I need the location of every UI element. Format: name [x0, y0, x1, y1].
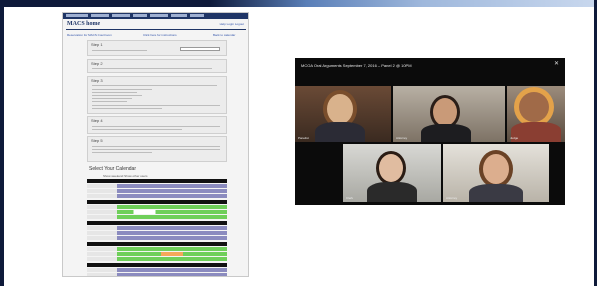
website-brand[interactable]: MACS home: [67, 21, 100, 27]
video-conference-window: MCOA Oral Arguments September 7, 2016 – …: [295, 58, 565, 205]
calendar-options[interactable]: Show weekend Show other users: [103, 174, 148, 178]
step-5-panel: Step 5: [87, 136, 227, 162]
close-icon[interactable]: ✕: [554, 60, 559, 67]
website-nav-bar: [63, 13, 248, 19]
step-3-panel: Step 3: [87, 76, 227, 114]
slide-top-gradient: [210, 0, 597, 7]
step-2-panel: Step 2: [87, 59, 227, 73]
participant-name: Attorney: [396, 136, 408, 140]
calendar-grid: [87, 179, 227, 276]
participant-tile: Attorney: [393, 86, 505, 142]
step-title: Step 3: [91, 78, 103, 83]
step-1-panel: Step 1: [87, 40, 227, 56]
participant-name: Clerk: [346, 196, 354, 200]
step-title: Step 4: [91, 118, 103, 123]
participant-tile: Clerk: [343, 144, 441, 202]
participant-name: Panelist: [298, 136, 309, 140]
participant-tile: Panelist: [295, 86, 391, 142]
step-title: Step 1: [91, 42, 103, 47]
participant-tile: Attorney: [443, 144, 549, 202]
step-title: Step 5: [91, 138, 103, 143]
slide-left-border: [0, 0, 4, 286]
participant-name: Attorney: [446, 196, 458, 200]
website-screenshot: MACS home Help Login Logout Reservation …: [62, 12, 249, 277]
website-top-link-right[interactable]: Back to calendar: [213, 33, 235, 37]
slide-top-bar: [0, 0, 597, 7]
participant-tile: Judge: [507, 86, 565, 142]
website-top-link-mid[interactable]: Click here for instructions: [143, 33, 177, 37]
participant-name: Judge: [510, 136, 519, 140]
step-4-panel: Step 4: [87, 116, 227, 134]
website-header-links[interactable]: Help Login Logout: [220, 22, 244, 26]
calendar-title: Select Your Calendar: [89, 166, 136, 172]
website-top-link-left[interactable]: Reservation for MACS Courtroom: [67, 33, 112, 37]
video-title: MCOA Oral Arguments September 7, 2016 – …: [301, 63, 412, 68]
website-header-rule: [66, 29, 246, 30]
step-1-select[interactable]: [180, 47, 220, 51]
step-title: Step 2: [91, 61, 103, 66]
